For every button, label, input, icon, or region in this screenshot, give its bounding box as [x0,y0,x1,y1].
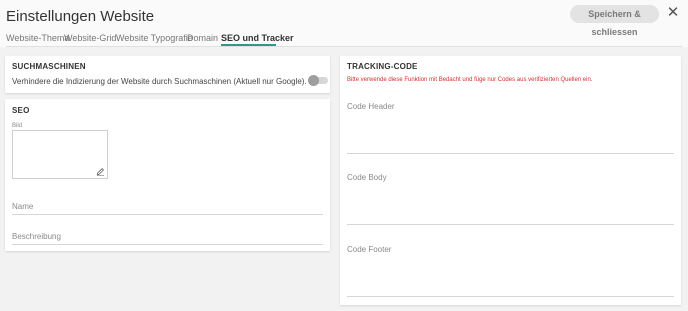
tab-website-typografie[interactable]: Website Typografie [116,33,193,43]
tab-website-thema[interactable]: Website-Thema [6,33,69,43]
search-engines-title: SUCHMASCHINEN [12,62,86,71]
noindex-toggle[interactable] [308,75,328,86]
code-header-field[interactable]: Code Header [347,102,395,111]
tab-domain[interactable]: Domain [187,33,218,43]
save-and-close-button[interactable]: Speichern & schliessen [570,5,659,37]
tracking-code-card: TRACKING-CODE Bitte verwende diese Funkt… [340,56,681,305]
tab-seo-und-tracker[interactable]: SEO und Tracker [221,33,294,43]
toggle-knob [308,75,319,86]
code-header-underline [347,153,674,154]
code-footer-underline [347,296,674,297]
code-body-underline [347,224,674,225]
description-field-underline [12,244,323,245]
noindex-label: Verhindere die Indizierung der Website d… [12,77,307,86]
tracking-warning: Bitte verwende diese Funktion mit Bedach… [347,77,593,83]
pencil-icon[interactable] [96,167,105,176]
name-field[interactable]: Name [12,202,33,211]
tracking-code-title: TRACKING-CODE [347,62,418,71]
dialog-header: Einstellungen Website Speichern & schlie… [0,0,688,47]
seo-title: SEO [12,106,30,115]
dialog-title: Einstellungen Website [6,8,155,25]
image-label: Bild [12,123,23,129]
seo-card: SEO Bild Name Beschreibung [5,99,330,251]
close-icon[interactable]: ✕ [665,4,681,22]
tab-website-grid[interactable]: Website-Grid [64,33,116,43]
name-field-underline [12,214,323,215]
description-field[interactable]: Beschreibung [12,232,61,241]
search-engines-card: SUCHMASCHINEN Verhindere die Indizierung… [5,56,330,93]
code-footer-field[interactable]: Code Footer [347,245,391,254]
code-body-field[interactable]: Code Body [347,173,387,182]
image-upload-box[interactable] [12,130,108,179]
header-divider [6,46,682,47]
